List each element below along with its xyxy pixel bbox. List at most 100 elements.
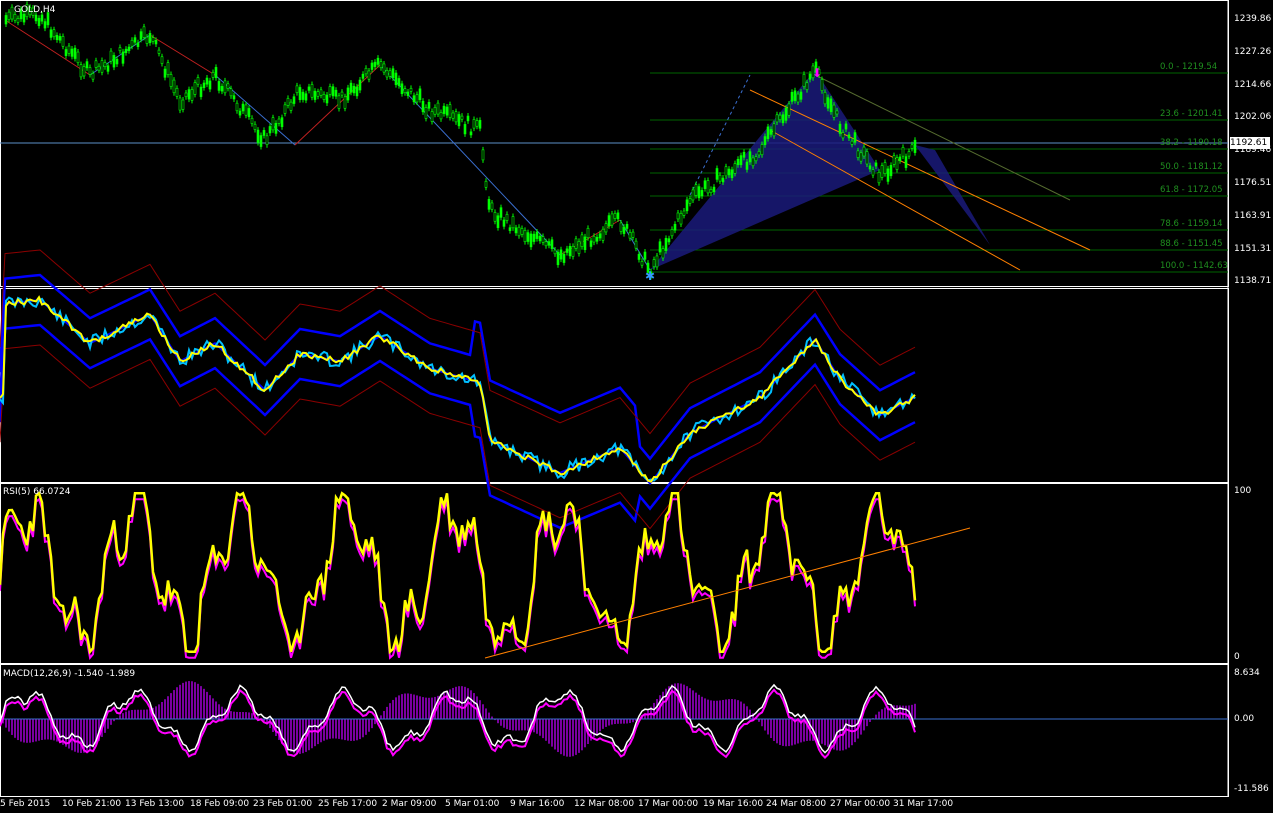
candle-body (802, 74, 806, 87)
candle-body (688, 198, 692, 204)
candle-body (679, 213, 683, 225)
candle-body (118, 47, 122, 52)
candle-body (76, 51, 80, 64)
candle-body (310, 84, 314, 98)
candle-body (790, 91, 794, 102)
rsi-signal-line (0, 497, 916, 660)
candle-body (691, 189, 695, 201)
candle-body (751, 157, 755, 167)
candle-body (286, 98, 290, 106)
candle-body (742, 151, 746, 158)
candle-body (328, 86, 332, 95)
candle-body (517, 226, 521, 237)
candle-body (193, 82, 197, 95)
candle-body (724, 166, 728, 177)
candle-body (661, 248, 665, 259)
candle-body (841, 132, 845, 139)
candle-body (223, 80, 227, 94)
candle-body (340, 91, 344, 96)
candle-body (409, 88, 413, 92)
candle-body (397, 78, 401, 86)
candle-body (316, 91, 320, 97)
candle-body (277, 118, 281, 124)
candle-body (880, 165, 884, 178)
candle-body (787, 103, 791, 116)
candle-body (907, 151, 911, 157)
candle-body (901, 147, 905, 157)
candle-body (658, 241, 662, 253)
candle-body (835, 110, 839, 115)
candle-body (439, 112, 443, 120)
candle-body (559, 249, 563, 260)
candle-body (910, 144, 914, 149)
time-tick-label: 5 Mar 01:00 (445, 799, 500, 809)
candle-body (64, 49, 68, 56)
candle-body (355, 86, 359, 97)
candle-body (49, 29, 53, 38)
candle-body (169, 74, 173, 87)
candle-body (547, 241, 551, 246)
candle-body (265, 135, 269, 146)
candle-body (538, 235, 542, 242)
candle-body (199, 86, 203, 97)
candle-body (37, 17, 41, 26)
candle-body (172, 79, 176, 94)
candle-body (112, 55, 116, 68)
candle-body (463, 124, 467, 135)
candle-body (850, 140, 854, 145)
candle-body (256, 129, 260, 143)
candle-body (202, 82, 206, 88)
candle-body (334, 89, 338, 97)
time-tick-label: 10 Feb 21:00 (62, 799, 122, 809)
candle-body (514, 227, 518, 234)
candle-body (424, 107, 428, 119)
candle-body (52, 29, 56, 38)
candle-body (637, 254, 641, 260)
candle-body (709, 189, 713, 194)
candle-body (499, 207, 503, 218)
candle-body (556, 251, 560, 266)
candle-body (184, 92, 188, 98)
candle-body (640, 261, 644, 266)
candle-body (784, 107, 788, 121)
candle-body (346, 87, 350, 101)
candle-body (13, 14, 17, 21)
candle-body (634, 240, 638, 249)
candle-body (739, 155, 743, 166)
candle-body (673, 223, 677, 231)
time-tick-label: 2 Mar 09:00 (382, 799, 437, 809)
candle-body (523, 230, 527, 242)
candle-body (274, 123, 278, 134)
candle-body (157, 49, 161, 54)
candle-body (262, 130, 266, 136)
candle-body (136, 42, 140, 47)
candle-body (718, 174, 722, 182)
zigzag-line (4, 19, 91, 76)
candle-body (622, 226, 626, 234)
candle-body (241, 103, 245, 112)
candle-body (832, 104, 836, 118)
candle-body (271, 117, 275, 131)
candle-body (418, 88, 422, 100)
candle-body (94, 60, 98, 68)
candle-body (493, 212, 497, 222)
candle-body (853, 132, 857, 143)
candle-body (259, 135, 263, 147)
candle-body (571, 246, 575, 257)
fib-level-label: 0.0 - 1219.54 (1160, 62, 1218, 72)
candle-body (442, 105, 446, 114)
candle-body (313, 90, 317, 100)
candle-body (472, 119, 476, 129)
time-tick-label: 5 Feb 2015 (0, 799, 51, 809)
candle-body (451, 112, 455, 119)
candle-body (232, 95, 236, 100)
candle-body (568, 246, 572, 257)
candle-body (304, 93, 308, 101)
chart-canvas[interactable]: ⬇✱ (0, 0, 1273, 813)
candle-body (574, 238, 578, 249)
candle-body (7, 11, 11, 20)
rsi-min-label: 0 (1234, 652, 1240, 662)
candle-body (82, 66, 86, 77)
candle-body (352, 85, 356, 94)
candle-body (730, 169, 734, 179)
